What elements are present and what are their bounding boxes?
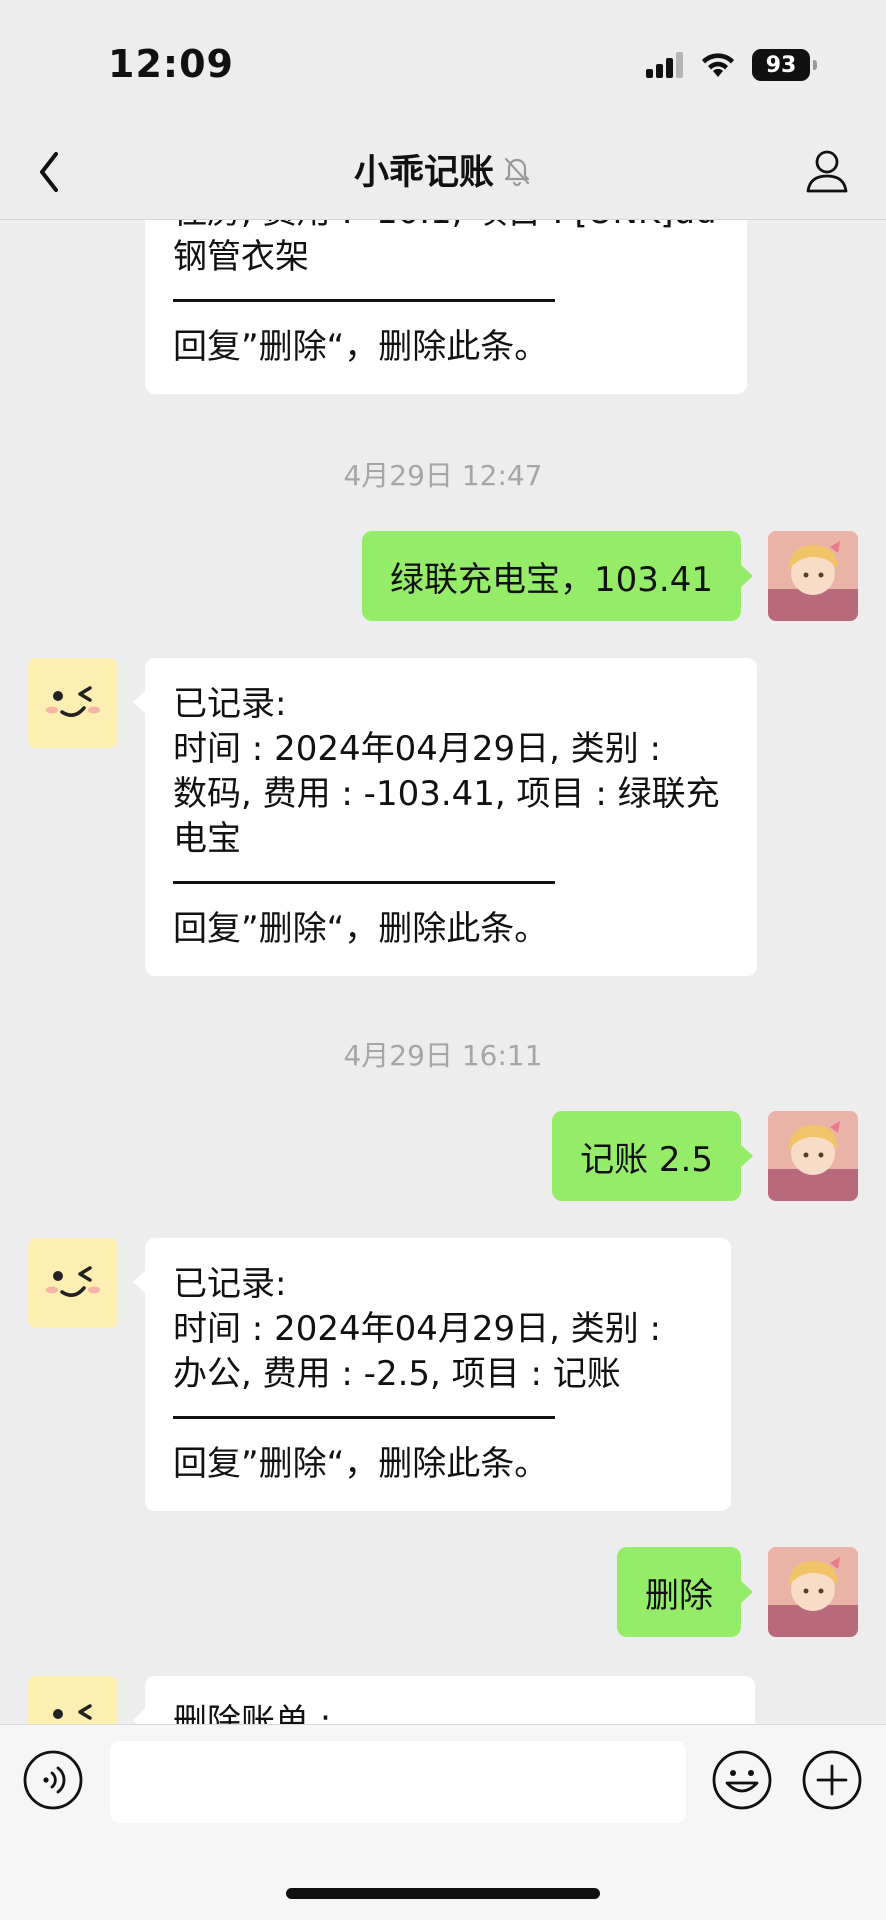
nav-bar: 小乖记账 — [0, 124, 886, 220]
divider — [173, 280, 719, 325]
message-line: 办公, 费用 : -2.5, 项目 : 记账 — [173, 1354, 621, 1394]
emoji-icon[interactable] — [711, 1749, 773, 1811]
reply-hint: 回复”删除“，删除此条。 — [173, 1444, 549, 1484]
outgoing-message[interactable]: 绿联充电宝，103.41 — [362, 531, 753, 621]
message-line: 已记录: — [173, 1264, 287, 1304]
message-line: 已记录: — [173, 684, 287, 724]
message-input[interactable] — [110, 1741, 686, 1823]
status-bar: 12:09 93 — [0, 0, 886, 124]
message-line: 钢管衣架 — [173, 237, 309, 277]
outgoing-message[interactable]: 删除 — [617, 1547, 753, 1637]
home-indicator[interactable] — [286, 1888, 600, 1899]
bell-slash-icon — [504, 157, 530, 186]
status-time: 12:09 — [108, 42, 234, 86]
avatar-image — [768, 1547, 858, 1637]
user-avatar[interactable] — [768, 531, 858, 621]
bot-avatar[interactable] — [28, 1238, 118, 1328]
avatar-image — [768, 531, 858, 621]
plus-icon[interactable] — [801, 1749, 863, 1811]
divider — [173, 1397, 703, 1442]
message-line: 时间 : 2024年04月29日, 类别 : — [173, 1309, 662, 1349]
timestamp: 4月29日 12:47 — [343, 459, 543, 492]
bot-avatar[interactable] — [28, 658, 118, 748]
avatar-image — [768, 1111, 858, 1201]
signal-icon — [646, 52, 683, 78]
bot-avatar[interactable] — [28, 1676, 118, 1724]
chat-title: 小乖记账 — [353, 153, 494, 193]
chat-messages[interactable]: 住房, 费用 : -10.1, 项目 : [UNK]ud 钢管衣架 回复”删除“… — [0, 220, 886, 1724]
incoming-message[interactable]: 删除账单 : — [133, 1676, 755, 1724]
message-line: 删除账单 : — [173, 1702, 332, 1724]
battery-indicator: 93 — [752, 49, 817, 81]
outgoing-message[interactable]: 记账 2.5 — [552, 1111, 753, 1201]
battery-level: 93 — [765, 52, 797, 78]
message-text: 记账 2.5 — [580, 1139, 713, 1180]
divider — [173, 862, 729, 907]
message-line: 住房, 费用 : -10.1, 项目 : [UNK]ud — [173, 220, 719, 235]
status-icons: 93 — [646, 48, 817, 82]
message-text: 删除 — [645, 1575, 713, 1616]
incoming-message[interactable]: 住房, 费用 : -10.1, 项目 : [UNK]ud 钢管衣架 回复”删除“… — [133, 220, 747, 394]
message-line: 电宝 — [173, 819, 241, 859]
message-text: 绿联充电宝，103.41 — [390, 559, 713, 600]
user-avatar[interactable] — [768, 1547, 858, 1637]
person-icon[interactable] — [804, 148, 850, 194]
message-line: 时间 : 2024年04月29日, 类别 : — [173, 729, 662, 769]
incoming-message[interactable]: 已记录: 时间 : 2024年04月29日, 类别 : 办公, 费用 : -2.… — [133, 1238, 731, 1511]
reply-hint: 回复”删除“，删除此条。 — [173, 909, 549, 949]
timestamp: 4月29日 16:11 — [343, 1039, 543, 1072]
wink-face-icon — [46, 1266, 100, 1297]
reply-hint: 回复”删除“，删除此条。 — [173, 327, 549, 367]
voice-icon[interactable] — [22, 1749, 84, 1811]
user-avatar[interactable] — [768, 1111, 858, 1201]
wink-face-icon — [46, 686, 100, 717]
incoming-message[interactable]: 已记录: 时间 : 2024年04月29日, 类别 : 数码, 费用 : -10… — [133, 658, 757, 976]
message-line: 数码, 费用 : -103.41, 项目 : 绿联充 — [173, 774, 720, 814]
wink-face-icon — [53, 1704, 92, 1720]
nav-title-group: 小乖记账 — [0, 144, 886, 195]
wifi-icon — [702, 53, 734, 77]
